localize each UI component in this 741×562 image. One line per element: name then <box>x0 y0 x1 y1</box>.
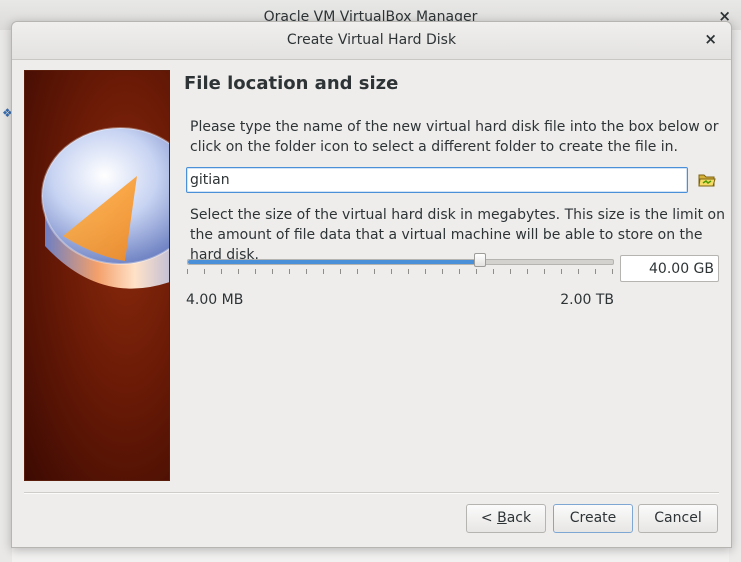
slider-tick <box>459 269 460 274</box>
disk-file-name-input[interactable] <box>186 167 688 193</box>
folder-icon[interactable] <box>698 172 716 188</box>
slider-tick <box>187 269 188 274</box>
slider-tick <box>340 269 341 274</box>
disk-size-slider-handle[interactable] <box>474 253 487 267</box>
slider-tick <box>442 269 443 274</box>
slider-tick <box>544 269 545 274</box>
hard-disk-illustration <box>41 127 169 289</box>
back-button[interactable]: < Back <box>466 504 546 533</box>
slider-tick <box>425 269 426 274</box>
slider-tick <box>289 269 290 274</box>
slider-tick <box>221 269 222 274</box>
dialog-titlebar: Create Virtual Hard Disk × <box>12 22 731 60</box>
slider-tick <box>391 269 392 274</box>
slider-tick <box>255 269 256 274</box>
location-description: Please type the name of the new virtual … <box>190 119 719 155</box>
wizard-banner-image <box>24 70 170 481</box>
disk-size-slider-fill <box>188 260 482 264</box>
dialog-title: Create Virtual Hard Disk <box>286 32 457 48</box>
slider-tick <box>510 269 511 274</box>
slider-tick <box>476 269 477 274</box>
disk-size-input[interactable] <box>620 255 719 282</box>
back-button-mnemonic: B <box>497 510 507 526</box>
button-separator <box>24 492 719 494</box>
dialog-close-icon[interactable]: × <box>704 30 717 48</box>
slider-max-label: 2.00 TB <box>560 292 614 308</box>
slider-tick <box>238 269 239 274</box>
slider-tick <box>272 269 273 274</box>
slider-tick <box>493 269 494 274</box>
slider-tick <box>306 269 307 274</box>
disk-size-slider[interactable] <box>187 259 614 265</box>
back-button-prefix: < <box>480 510 498 526</box>
slider-tick <box>204 269 205 274</box>
page-heading: File location and size <box>184 73 399 94</box>
create-button[interactable]: Create <box>553 504 633 533</box>
disk-size-slider-ticks <box>187 269 614 277</box>
slider-tick <box>374 269 375 274</box>
slider-tick <box>323 269 324 274</box>
cancel-button[interactable]: Cancel <box>638 504 718 533</box>
back-button-rest: ack <box>506 510 532 526</box>
slider-tick <box>578 269 579 274</box>
slider-tick <box>612 269 613 274</box>
slider-tick <box>561 269 562 274</box>
create-disk-dialog: Create Virtual Hard Disk × File location… <box>11 21 732 548</box>
slider-min-label: 4.00 MB <box>186 292 244 308</box>
slider-tick <box>357 269 358 274</box>
slider-tick <box>408 269 409 274</box>
slider-tick <box>595 269 596 274</box>
slider-tick <box>527 269 528 274</box>
